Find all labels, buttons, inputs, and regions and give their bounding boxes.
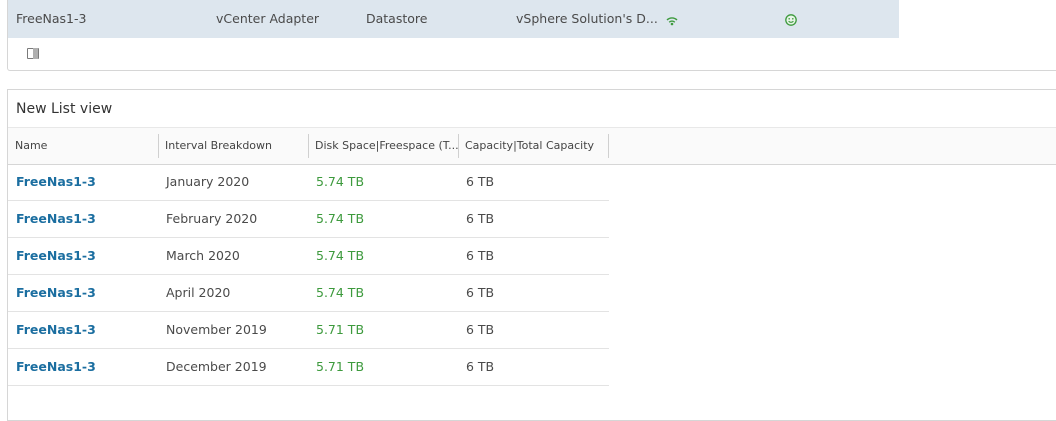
cell-disk-space: 5.74 TB bbox=[316, 248, 365, 263]
table-row[interactable]: FreeNas1-3 December 2019 5.71 TB 6 TB bbox=[8, 349, 609, 386]
cell-disk-space: 5.74 TB bbox=[316, 285, 365, 300]
table-row[interactable]: FreeNas1-3 March 2020 5.74 TB 6 TB bbox=[8, 238, 609, 275]
cell-capacity: 6 TB bbox=[466, 248, 495, 263]
cell-capacity: 6 TB bbox=[466, 174, 495, 189]
column-resizer[interactable] bbox=[608, 134, 609, 158]
cell-disk-space: 5.74 TB bbox=[316, 211, 365, 226]
cell-interval: March 2020 bbox=[166, 248, 240, 263]
cell-name[interactable]: FreeNas1-3 bbox=[16, 349, 96, 385]
column-header-disk-space[interactable]: Disk Space|Freespace (T... bbox=[308, 128, 458, 164]
cell-name[interactable]: FreeNas1-3 bbox=[16, 201, 96, 237]
object-type: Datastore bbox=[366, 11, 428, 26]
cell-interval: January 2020 bbox=[166, 174, 250, 189]
column-header-name[interactable]: Name bbox=[8, 128, 158, 164]
table-row[interactable]: FreeNas1-3 February 2020 5.74 TB 6 TB bbox=[8, 201, 609, 238]
table-row[interactable]: FreeNas1-3 April 2020 5.74 TB 6 TB bbox=[8, 275, 609, 312]
cell-disk-space: 5.74 TB bbox=[316, 174, 365, 189]
cell-name[interactable]: FreeNas1-3 bbox=[16, 238, 96, 274]
list-view-title: New List view bbox=[16, 101, 113, 117]
cell-capacity: 6 TB bbox=[466, 359, 495, 374]
smiley-health-icon bbox=[785, 14, 797, 29]
selected-object-row[interactable]: FreeNas1-3 vCenter Adapter Datastore vSp… bbox=[8, 0, 899, 38]
object-adapter: vCenter Adapter bbox=[216, 11, 320, 26]
column-header-capacity[interactable]: Capacity|Total Capacity bbox=[458, 128, 608, 164]
table-row[interactable]: FreeNas1-3 January 2020 5.74 TB 6 TB bbox=[8, 164, 609, 201]
object-name[interactable]: FreeNas1-3 bbox=[16, 11, 86, 26]
cell-name[interactable]: FreeNas1-3 bbox=[16, 275, 96, 311]
cell-disk-space: 5.71 TB bbox=[316, 359, 365, 374]
cell-interval: December 2019 bbox=[166, 359, 267, 374]
cell-capacity: 6 TB bbox=[466, 322, 495, 337]
cell-interval: February 2020 bbox=[166, 211, 258, 226]
list-view-panel: New List view Name Interval Breakdown Di… bbox=[7, 89, 1056, 421]
cell-interval: April 2020 bbox=[166, 285, 231, 300]
cell-interval: November 2019 bbox=[166, 322, 267, 337]
cell-name[interactable]: FreeNas1-3 bbox=[16, 164, 96, 200]
cell-capacity: 6 TB bbox=[466, 211, 495, 226]
cell-name[interactable]: FreeNas1-3 bbox=[16, 312, 96, 348]
table-header: Name Interval Breakdown Disk Space|Frees… bbox=[8, 127, 1056, 165]
column-toggle-icon[interactable] bbox=[27, 48, 39, 59]
column-header-interval[interactable]: Interval Breakdown bbox=[158, 128, 308, 164]
cell-disk-space: 5.71 TB bbox=[316, 322, 365, 337]
wifi-signal-icon bbox=[666, 14, 678, 29]
cell-capacity: 6 TB bbox=[466, 285, 495, 300]
top-panel: FreeNas1-3 vCenter Adapter Datastore vSp… bbox=[7, 0, 1056, 71]
table-row[interactable]: FreeNas1-3 November 2019 5.71 TB 6 TB bbox=[8, 312, 609, 349]
object-solution: vSphere Solution's D... bbox=[516, 11, 658, 26]
